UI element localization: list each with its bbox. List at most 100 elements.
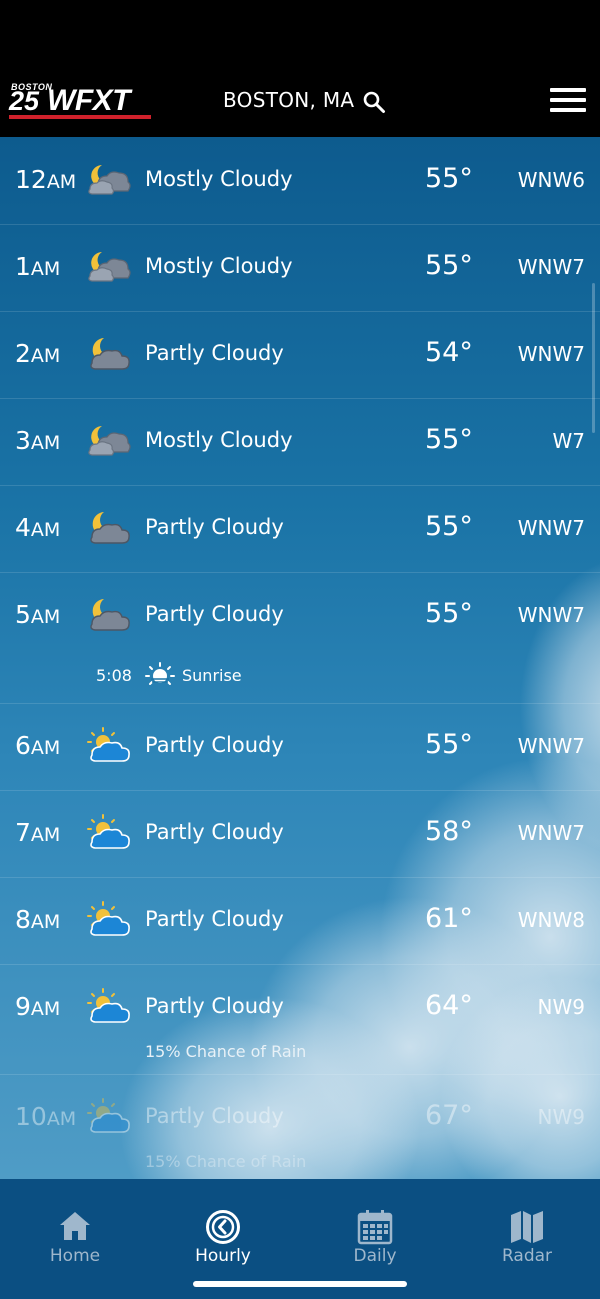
sun-partly-cloudy-icon (86, 988, 132, 1024)
hour-condition: Partly Cloudy (145, 602, 284, 626)
hour-number: 10 (15, 1102, 47, 1131)
hour-time: 9AM (15, 992, 60, 1021)
moon-mostly-cloudy-icon (86, 248, 132, 284)
hour-temperature: 55° (425, 598, 473, 629)
hour-number: 1 (15, 252, 31, 281)
hour-temperature: 67° (425, 1100, 473, 1131)
hour-row[interactable]: 7AM Partly Cloudy 58° WNW7 (0, 790, 600, 878)
map-icon (511, 1211, 543, 1243)
hour-number: 7 (15, 818, 31, 847)
hour-number: 4 (15, 513, 31, 542)
hour-condition: Mostly Cloudy (145, 167, 293, 191)
hour-row[interactable]: 2AM Partly Cloudy 54° WNW7 (0, 311, 600, 399)
station-logo[interactable]: BOSTON 25 WFXT (9, 82, 151, 120)
nav-radar[interactable]: Radar (452, 1179, 600, 1279)
hour-ampm: AM (46, 171, 77, 193)
hour-time: 10AM (15, 1102, 76, 1131)
hour-ampm: AM (30, 345, 61, 367)
hour-row[interactable]: 6AM Partly Cloudy 55° WNW7 (0, 703, 600, 791)
hour-temperature: 64° (425, 990, 473, 1021)
hour-condition: Partly Cloudy (145, 1104, 284, 1128)
sunrise-time: 5:08 (96, 666, 132, 685)
hour-time: 12AM (15, 165, 76, 194)
logo-underline (9, 115, 151, 119)
rain-chance: 15% Chance of Rain (145, 1152, 307, 1171)
app-header: BOSTON 25 WFXT BOSTON, MA (0, 64, 600, 137)
hour-time: 5AM (15, 600, 60, 629)
hour-wind: WNW7 (517, 342, 585, 366)
sun-partly-cloudy-icon (86, 727, 132, 763)
home-icon (60, 1212, 90, 1240)
nav-daily[interactable]: Daily (300, 1179, 450, 1279)
hour-ampm: AM (30, 998, 61, 1020)
hour-number: 2 (15, 339, 31, 368)
location-label[interactable]: BOSTON, MA (223, 88, 354, 112)
hour-time: 8AM (15, 905, 60, 934)
hour-row[interactable]: 5AM Partly Cloudy 55° WNW7 5:08 Sunrise (0, 572, 600, 704)
hour-row[interactable]: 4AM Partly Cloudy 55° WNW7 (0, 485, 600, 573)
hour-ampm: AM (30, 432, 61, 454)
hour-wind: WNW7 (517, 603, 585, 627)
hour-number: 3 (15, 426, 31, 455)
hour-row[interactable]: 10AM Partly Cloudy 67° NW9 15% Chance of Rai… (0, 1074, 600, 1179)
hour-time: 4AM (15, 513, 60, 542)
hour-condition: Partly Cloudy (145, 820, 284, 844)
moon-mostly-cloudy-icon (86, 422, 132, 458)
hour-wind: WNW7 (517, 734, 585, 758)
nav-hourly[interactable]: Hourly (148, 1179, 298, 1279)
home-indicator[interactable] (193, 1281, 407, 1287)
hour-condition: Partly Cloudy (145, 907, 284, 931)
hourly-forecast-list[interactable]: 12AM Mostly Cloudy 55° WNW6 1AM Mostly Cloudy… (0, 137, 600, 1179)
moon-mostly-cloudy-icon (86, 161, 132, 197)
hour-temperature: 54° (425, 337, 473, 368)
scrollbar[interactable] (592, 283, 595, 433)
hour-row[interactable]: 1AM Mostly Cloudy 55° WNW7 (0, 224, 600, 312)
hour-time: 2AM (15, 339, 60, 368)
nav-daily-label: Daily (353, 1246, 397, 1266)
sun-partly-cloudy-icon (86, 814, 132, 850)
hour-condition: Mostly Cloudy (145, 254, 293, 278)
hour-temperature: 55° (425, 729, 473, 760)
rain-chance: 15% Chance of Rain (145, 1042, 307, 1061)
nav-hourly-label: Hourly (195, 1246, 251, 1266)
hour-condition: Partly Cloudy (145, 733, 284, 757)
hour-wind: W7 (552, 429, 586, 453)
hour-ampm: AM (30, 737, 61, 759)
hour-wind: WNW7 (517, 516, 585, 540)
nav-home[interactable]: Home (0, 1179, 150, 1279)
hour-row[interactable]: 8AM Partly Cloudy 61° WNW8 (0, 877, 600, 965)
hour-time: 7AM (15, 818, 60, 847)
hour-wind: WNW7 (517, 255, 585, 279)
hour-row[interactable]: 9AM Partly Cloudy 64° NW9 15% Chance of Rain (0, 964, 600, 1075)
sunrise-icon (145, 662, 175, 688)
logo-channel-number: 25 (9, 86, 40, 116)
hour-temperature: 55° (425, 250, 473, 281)
hour-wind: WNW7 (517, 821, 585, 845)
clock-back-icon (206, 1210, 240, 1244)
hour-ampm: AM (30, 519, 61, 541)
nav-radar-label: Radar (501, 1246, 553, 1266)
hour-number: 9 (15, 992, 31, 1021)
hour-time: 6AM (15, 731, 60, 760)
hamburger-menu-icon[interactable] (550, 88, 586, 114)
hour-number: 12 (15, 165, 47, 194)
hour-row[interactable]: 3AM Mostly Cloudy 55° W7 (0, 398, 600, 486)
hour-temperature: 55° (425, 424, 473, 455)
moon-partly-cloudy-icon (86, 596, 132, 632)
hour-ampm: AM (30, 911, 61, 933)
hour-temperature: 55° (425, 511, 473, 542)
hour-condition: Partly Cloudy (145, 994, 284, 1018)
hour-time: 3AM (15, 426, 60, 455)
hour-ampm: AM (30, 606, 61, 628)
sun-partly-cloudy-icon (86, 1098, 132, 1134)
hour-wind: WNW6 (517, 168, 585, 192)
calendar-icon (357, 1210, 393, 1245)
hour-number: 5 (15, 600, 31, 629)
hour-temperature: 55° (425, 163, 473, 194)
search-icon[interactable] (362, 90, 386, 114)
hour-ampm: AM (30, 824, 61, 846)
hour-row[interactable]: 12AM Mostly Cloudy 55° WNW6 (0, 137, 600, 225)
moon-partly-cloudy-icon (86, 335, 132, 371)
hour-temperature: 58° (425, 816, 473, 847)
hour-wind: WNW8 (517, 908, 585, 932)
